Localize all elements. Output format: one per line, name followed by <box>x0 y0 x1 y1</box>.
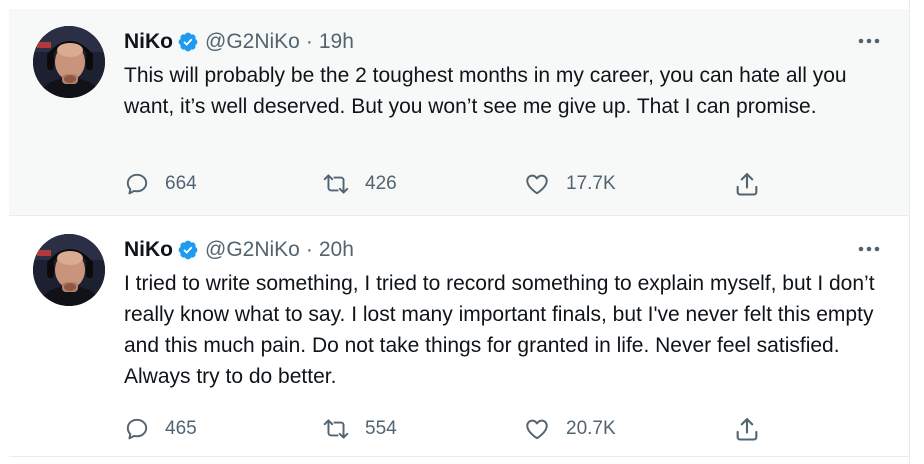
reply-button[interactable]: 664 <box>124 169 197 199</box>
reply-count: 664 <box>165 173 197 194</box>
verified-badge-icon <box>177 239 199 261</box>
reply-icon <box>126 173 148 195</box>
retweet-icon <box>323 174 349 194</box>
more-horizontal-icon[interactable] <box>857 239 881 259</box>
retweet-icon <box>323 419 349 439</box>
tweet-text: I tried to write something, I tried to r… <box>124 272 875 388</box>
heart-icon <box>526 174 548 195</box>
more-horizontal-icon[interactable] <box>857 31 881 51</box>
separator-dot: · <box>305 238 313 261</box>
tweet[interactable]: NiKo @G2NiKo · 19h This will probably be… <box>9 9 909 216</box>
tweet-actions: 465 554 20.7K <box>124 414 784 444</box>
reply-icon <box>126 418 148 440</box>
tweet-actions: 664 426 17.7K <box>124 169 784 199</box>
author-handle[interactable]: @G2NiKo <box>205 238 300 262</box>
author-name[interactable]: NiKo <box>124 238 173 262</box>
heart-icon <box>526 419 548 440</box>
timestamp[interactable]: 20h <box>319 238 354 262</box>
share-button[interactable] <box>733 169 761 199</box>
share-button[interactable] <box>733 414 761 444</box>
author-handle[interactable]: @G2NiKo <box>205 30 300 54</box>
tweet-header: NiKo @G2NiKo · 20h <box>124 236 354 264</box>
tweet[interactable]: NiKo @G2NiKo · 20h I tried to write some… <box>9 217 909 457</box>
retweet-count: 554 <box>365 418 397 439</box>
avatar[interactable] <box>33 234 105 306</box>
retweet-button[interactable]: 426 <box>322 169 397 199</box>
separator-dot: · <box>305 30 313 53</box>
retweet-button[interactable]: 554 <box>322 414 397 444</box>
retweet-count: 426 <box>365 173 397 194</box>
like-button[interactable]: 20.7K <box>523 414 616 444</box>
like-count: 20.7K <box>566 418 616 439</box>
timestamp[interactable]: 19h <box>319 30 354 54</box>
reply-button[interactable]: 465 <box>124 414 197 444</box>
like-count: 17.7K <box>566 173 616 194</box>
timeline-right-border <box>909 0 910 464</box>
tweet-text: This will probably be the 2 toughest mon… <box>124 64 847 118</box>
tweet-header: NiKo @G2NiKo · 19h <box>124 28 354 56</box>
avatar[interactable] <box>33 26 105 98</box>
verified-badge-icon <box>177 31 199 53</box>
author-name[interactable]: NiKo <box>124 30 173 54</box>
share-icon <box>736 418 758 441</box>
reply-count: 465 <box>165 418 197 439</box>
share-icon <box>736 173 758 196</box>
like-button[interactable]: 17.7K <box>523 169 616 199</box>
